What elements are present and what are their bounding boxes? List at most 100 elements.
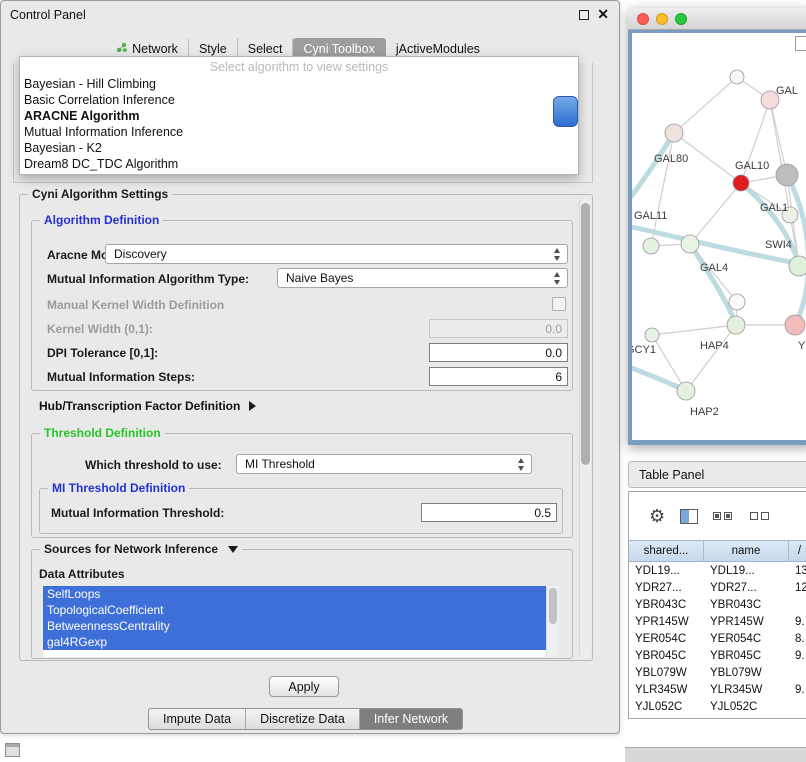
- hub-definition-toggle[interactable]: Hub/Transcription Factor Definition: [39, 399, 256, 413]
- settings-scrollbar[interactable]: [579, 197, 591, 658]
- select-all-icon[interactable]: [713, 507, 735, 525]
- which-threshold-select[interactable]: MI Threshold: [236, 454, 532, 474]
- table-row[interactable]: YPR145WYPR145W9.: [629, 614, 806, 631]
- help-button[interactable]: [553, 96, 578, 127]
- mac-close-button[interactable]: [637, 13, 649, 25]
- scrollbar-thumb[interactable]: [581, 203, 590, 465]
- threshold-definition-title: Threshold Definition: [40, 426, 165, 440]
- table-row[interactable]: YBL079WYBL079W: [629, 665, 806, 682]
- table-cell: 9.: [789, 682, 806, 699]
- mi-threshold-title: MI Threshold Definition: [48, 481, 189, 495]
- algorithm-option[interactable]: Dream8 DC_TDC Algorithm: [20, 156, 578, 172]
- table-panel-window: ⚙ shared...name/ YDL19...YDL19...13YDR27…: [628, 491, 806, 719]
- table-column-header[interactable]: /: [789, 541, 806, 561]
- table-cell: YPR145W: [704, 614, 789, 631]
- list-scrollbar[interactable]: [546, 586, 559, 657]
- algorithm-option[interactable]: Bayesian - Hill Climbing: [20, 76, 578, 92]
- svg-text:GAL11: GAL11: [634, 210, 667, 222]
- table-row[interactable]: YER054CYER054C8.: [629, 631, 806, 648]
- svg-text:GAL10: GAL10: [735, 160, 769, 172]
- algorithm-option[interactable]: ARACNE Algorithm: [20, 108, 578, 124]
- network-window: GAL80GAL10GAL11GAL1SWI4GAL4GCY1HAP4YHAP2…: [628, 8, 806, 445]
- manual-kernel-checkbox[interactable]: [552, 297, 566, 311]
- table-cell: YDL19...: [704, 563, 789, 580]
- mi-steps-field[interactable]: [429, 367, 568, 386]
- cyni-settings-title: Cyni Algorithm Settings: [28, 187, 172, 201]
- data-attribute-item[interactable]: SelfLoops: [43, 586, 546, 602]
- stepper-arrows-icon: [517, 458, 526, 471]
- data-attribute-item[interactable]: gal4RGexp: [43, 634, 546, 650]
- bottom-tab-discretize-data[interactable]: Discretize Data: [246, 709, 360, 729]
- algorithm-option[interactable]: Basic Correlation Inference: [20, 92, 578, 108]
- minimized-window-icon[interactable]: [5, 743, 20, 757]
- network-canvas[interactable]: GAL80GAL10GAL11GAL1SWI4GAL4GCY1HAP4YHAP2…: [632, 33, 806, 440]
- mi-type-label: Mutual Information Algorithm Type:: [47, 272, 249, 286]
- float-window-icon[interactable]: [579, 10, 589, 20]
- chevron-down-icon: [228, 546, 238, 553]
- table-column-header[interactable]: shared...: [629, 541, 704, 561]
- apply-button[interactable]: Apply: [269, 676, 339, 697]
- manual-kernel-label: Manual Kernel Width Definition: [47, 298, 224, 312]
- mi-algorithm-type-select[interactable]: Naive Bayes: [277, 268, 568, 288]
- mac-zoom-button[interactable]: [675, 13, 687, 25]
- algorithm-dropdown-popup: Select algorithm to view settings Bayesi…: [19, 56, 579, 175]
- tab-label: Network: [132, 42, 178, 56]
- svg-text:GAL4: GAL4: [700, 262, 728, 274]
- table-cell: 8.: [789, 631, 806, 648]
- data-attribute-item[interactable]: BetweennessCentrality: [43, 618, 546, 634]
- kernel-width-field[interactable]: [429, 319, 568, 338]
- table-cell: 12: [789, 580, 806, 597]
- tab-label: Select: [248, 42, 283, 56]
- close-icon[interactable]: ✕: [597, 6, 609, 23]
- gear-icon[interactable]: ⚙: [649, 506, 665, 527]
- table-cell: 13: [789, 563, 806, 580]
- algorithm-placeholder: Select algorithm to view settings: [20, 59, 578, 76]
- data-attribute-item[interactable]: TopologicalCoefficient: [43, 602, 546, 618]
- kernel-width-label: Kernel Width (0,1):: [47, 322, 153, 336]
- table-cell: 9.: [789, 614, 806, 631]
- svg-text:GAL1: GAL1: [760, 202, 788, 214]
- network-graph[interactable]: GAL80GAL10GAL11GAL1SWI4GAL4GCY1HAP4YHAP2…: [632, 33, 806, 440]
- table-cell: YBR043C: [629, 597, 704, 614]
- svg-text:HAP2: HAP2: [690, 406, 719, 418]
- algorithm-option[interactable]: Bayesian - K2: [20, 140, 578, 156]
- aracne-mode-select[interactable]: Discovery: [105, 244, 568, 264]
- sources-toggle[interactable]: Sources for Network Inference: [40, 542, 242, 556]
- table-row[interactable]: YDL19...YDL19...13: [629, 563, 806, 580]
- deselect-all-icon[interactable]: [750, 507, 772, 525]
- data-attributes-list-inner: SelfLoopsTopologicalCoefficientBetweenne…: [43, 586, 546, 650]
- table-row[interactable]: YBR043CYBR043C: [629, 597, 806, 614]
- unchecked-box-icon: [761, 512, 769, 520]
- data-attributes-label: Data Attributes: [39, 567, 125, 581]
- mi-threshold-field[interactable]: [421, 503, 557, 522]
- bottom-tab-impute-data[interactable]: Impute Data: [149, 709, 246, 729]
- mac-minimize-button[interactable]: [656, 13, 668, 25]
- table-row[interactable]: YBR045CYBR045C9.: [629, 648, 806, 665]
- tab-label: jActiveModules: [396, 42, 480, 56]
- table-row[interactable]: YJL052CYJL052C: [629, 699, 806, 716]
- data-attributes-list[interactable]: SelfLoopsTopologicalCoefficientBetweenne…: [43, 586, 559, 657]
- svg-text:Y: Y: [798, 340, 806, 352]
- group-border-remnant: [592, 63, 593, 182]
- dpi-tolerance-field[interactable]: [429, 343, 568, 362]
- group-border-remnant: [13, 63, 14, 182]
- algorithm-popup-list: Bayesian - Hill ClimbingBasic Correlatio…: [20, 76, 578, 172]
- table-row[interactable]: YDR27...YDR27...12: [629, 580, 806, 597]
- bottom-tabs: Impute DataDiscretize DataInfer Network: [148, 708, 463, 730]
- svg-text:HAP4: HAP4: [700, 340, 729, 352]
- table-cell: YER054C: [704, 631, 789, 648]
- table-cell: YER054C: [629, 631, 704, 648]
- table-row[interactable]: YLR345WYLR345W9.: [629, 682, 806, 699]
- aracne-mode-value: Discovery: [114, 247, 167, 261]
- stepper-arrows-icon: [553, 272, 562, 285]
- table-column-header[interactable]: name: [704, 541, 789, 561]
- chevron-right-icon: [249, 401, 256, 411]
- bottom-tab-infer-network[interactable]: Infer Network: [360, 709, 462, 729]
- table-cell: YBR043C: [704, 597, 789, 614]
- network-view-frame: GAL80GAL10GAL11GAL1SWI4GAL4GCY1HAP4YHAP2…: [628, 30, 806, 445]
- columns-icon[interactable]: [680, 509, 698, 524]
- mi-steps-label: Mutual Information Steps:: [47, 370, 195, 384]
- algorithm-option[interactable]: Mutual Information Inference: [20, 124, 578, 140]
- table-cell: YDR27...: [704, 580, 789, 597]
- list-scrollbar-thumb[interactable]: [549, 588, 557, 624]
